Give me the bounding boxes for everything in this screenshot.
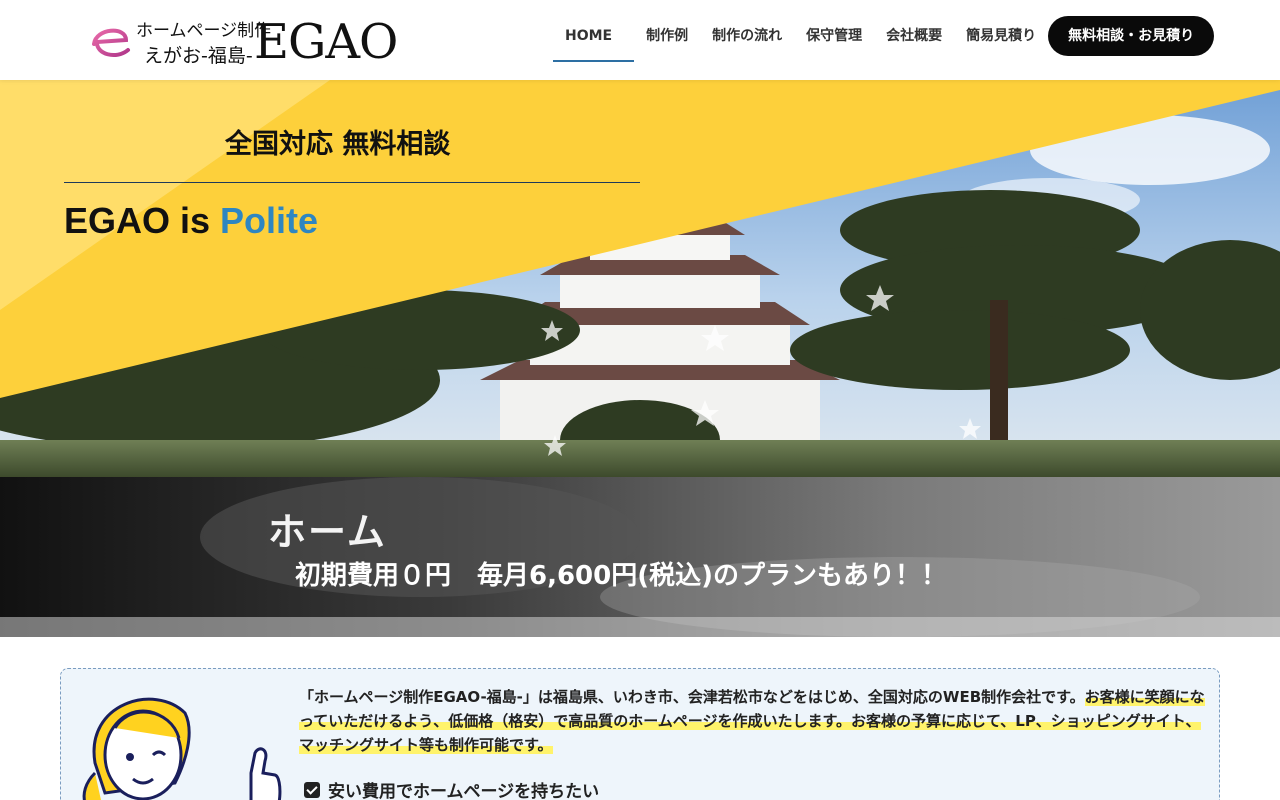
checklist-item-label: 安い費用でホームページを持ちたい — [328, 782, 600, 800]
hero-section: 全国対応 無料相談 EGAO is Polite — [0, 80, 1280, 477]
intro-card: 「ホームページ制作EGAO-福島-」は福島県、いわき市、会津若松市などをはじめ、… — [60, 668, 1220, 800]
site-logo[interactable]: ホームページ制作 えがお-福島- EGAO — [88, 14, 398, 70]
hero-tagline-accent: Polite — [220, 200, 319, 241]
hero-tagline-prefix: EGAO is — [64, 200, 221, 241]
intro-description: 「ホームページ制作EGAO-福島-」は福島県、いわき市、会津若松市などをはじめ、… — [299, 685, 1205, 757]
main-nav: HOME 制作例 制作の流れ 保守管理 会社概要 簡易見積り 無料相談・お見積り — [553, 16, 1215, 62]
hero-background-image — [0, 80, 1280, 477]
nav-item-estimate[interactable]: 簡易見積り — [954, 16, 1048, 56]
hero-title: 全国対応 無料相談 — [225, 129, 451, 160]
hero-tagline: EGAO is Polite — [64, 200, 318, 242]
checkbox-checked-icon — [304, 781, 320, 798]
nav-item-company[interactable]: 会社概要 — [874, 16, 954, 56]
nav-item-maintenance[interactable]: 保守管理 — [794, 16, 874, 56]
logo-wordmark: EGAO — [254, 14, 398, 70]
intro-text-plain: 「ホームページ制作EGAO-福島-」は福島県、いわき市、会津若松市などをはじめ、… — [299, 688, 1085, 706]
checklist-item: 安い費用でホームページを持ちたい — [304, 777, 599, 800]
page-title-band: ホーム 初期費用０円 毎月6,600円(税込)のプランもあり！！ — [0, 477, 1280, 637]
mascot-illustration — [82, 697, 282, 800]
pricing-headline: 初期費用０円 毎月6,600円(税込)のプランもあり！！ — [295, 561, 948, 591]
nav-item-works[interactable]: 制作例 — [634, 16, 700, 56]
nav-item-flow[interactable]: 制作の流れ — [700, 16, 794, 56]
page-title: ホーム — [268, 510, 387, 554]
nav-item-home[interactable]: HOME — [553, 16, 635, 62]
site-header: ホームページ制作 えがお-福島- EGAO HOME 制作例 制作の流れ 保守管… — [0, 0, 1280, 80]
logo-line1: ホームページ制作 — [136, 21, 272, 41]
logo-line2: えがお-福島- — [144, 45, 253, 67]
hero-divider — [64, 182, 640, 183]
free-consultation-button[interactable]: 無料相談・お見積り — [1048, 16, 1215, 56]
logo-e-icon — [92, 28, 130, 58]
